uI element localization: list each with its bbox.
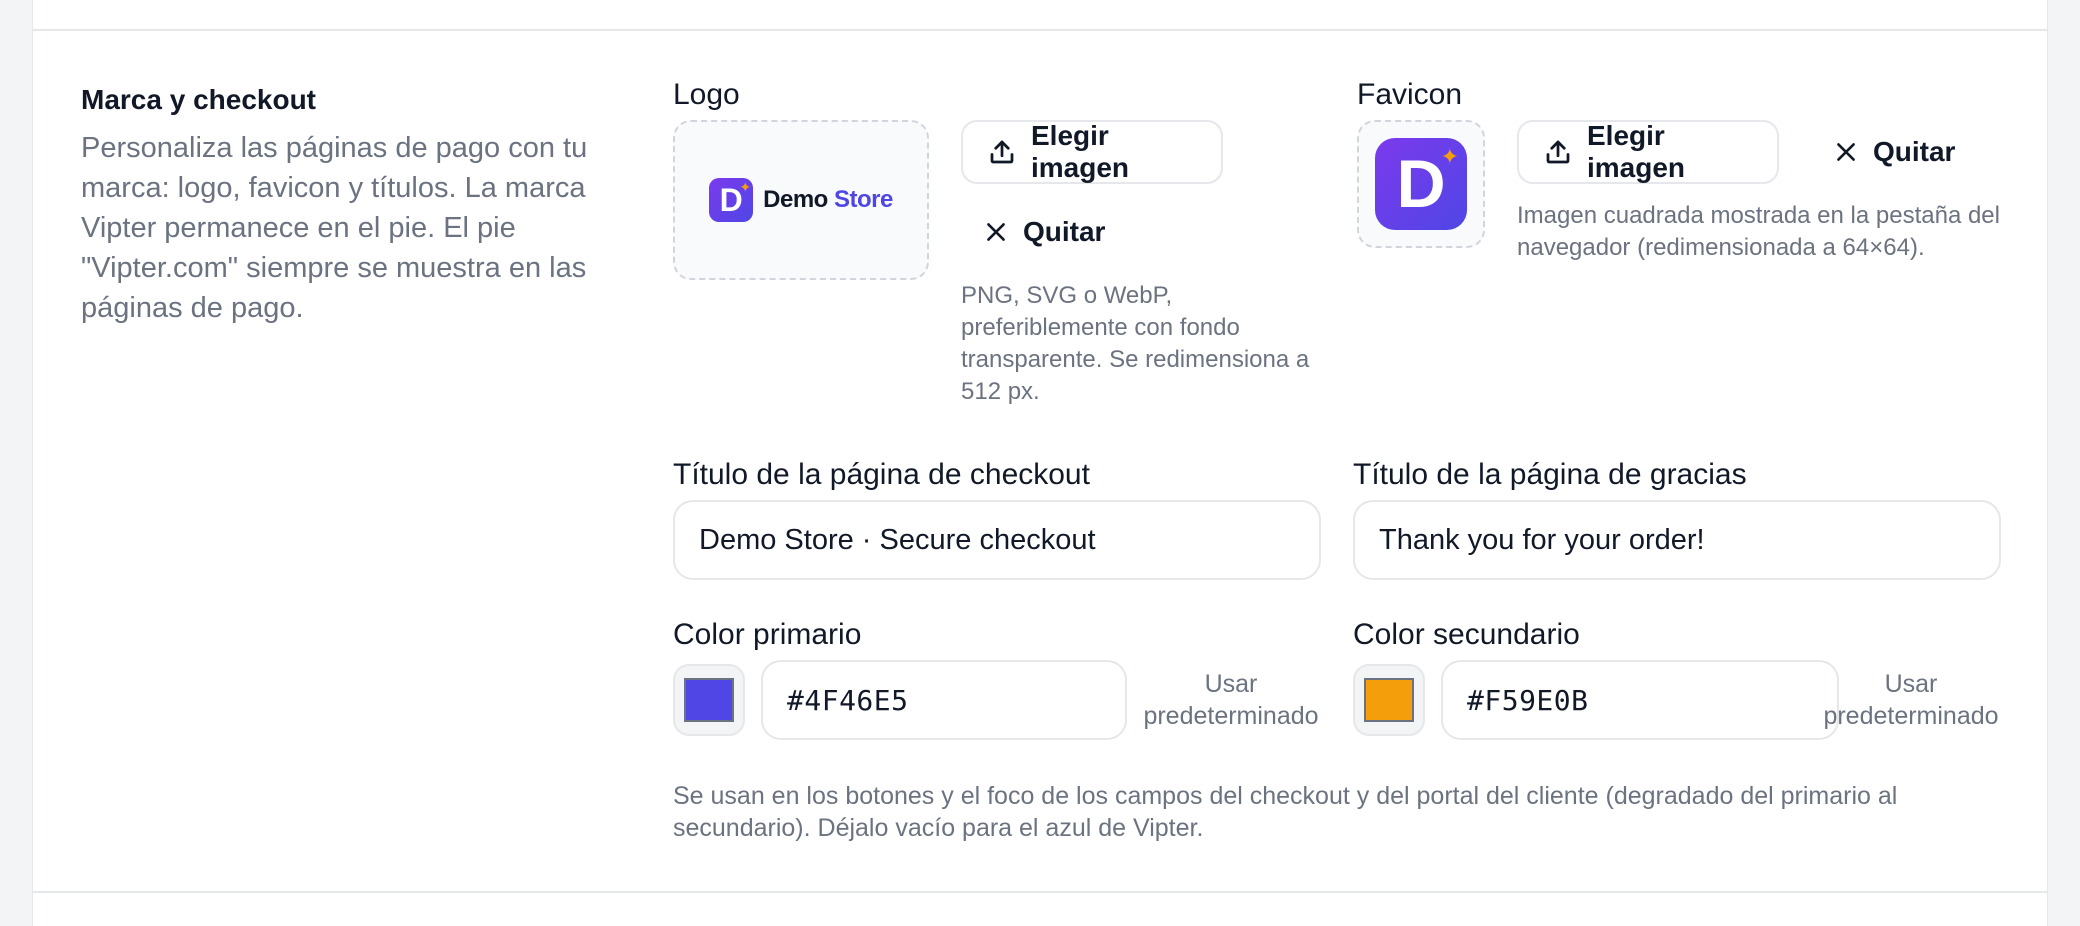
secondary-color-input[interactable] [1441,660,1839,740]
primary-color-label: Color primario [673,618,862,651]
logo-remove-label: Quitar [1023,216,1106,247]
logo-help-text: PNG, SVG o WebP, preferiblemente con fon… [961,282,1310,405]
top-divider [33,29,2047,31]
close-icon [983,219,1009,245]
favicon-label: Favicon [1357,78,1463,111]
secondary-color-picker[interactable] [1353,664,1425,736]
logo-mark-icon: D ✦ [709,178,754,222]
primary-color-swatch [684,678,734,722]
secondary-color-label: Color secundario [1353,618,1580,651]
colors-help-text: Se usan en los botones y el foco de los … [673,782,1898,842]
favicon-remove-label: Quitar [1873,136,1956,167]
secondary-color-swatch [1364,678,1414,722]
primary-color-input[interactable] [761,660,1127,740]
logo-choose-label: Elegir imagen [1031,120,1130,183]
thanks-title-input[interactable] [1353,500,2001,580]
favicon-remove-button[interactable]: Quitar [1811,120,1977,184]
logo-preview: D ✦ Demo Store [673,120,929,280]
logo-brand-text: Demo Store [763,186,893,213]
branding-card: Marca y checkout Personaliza las páginas… [32,0,2048,926]
favicon-help-text: Imagen cuadrada mostrada en la pestaña d… [1517,202,2000,261]
primary-use-default-button[interactable]: Usar predeterminado [1141,668,1321,732]
section-title: Marca y checkout [81,84,316,115]
close-icon [1833,139,1859,165]
logo-label: Logo [673,78,740,111]
secondary-use-default-button[interactable]: Usar predeterminado [1821,668,2001,732]
favicon-mark-icon: D ✦ [1375,138,1467,230]
logo-remove-button[interactable]: Quitar [961,200,1127,264]
bottom-divider [33,891,2047,893]
favicon-choose-label: Elegir imagen [1587,120,1686,183]
logo-choose-image-button[interactable]: Elegir imagen [961,120,1223,184]
favicon-choose-image-button[interactable]: Elegir imagen [1517,120,1779,184]
thanks-title-label: Título de la página de gracias [1353,458,1747,491]
checkout-title-input[interactable] [673,500,1321,580]
favicon-preview: D ✦ [1357,120,1485,248]
section-description: Personaliza las páginas de pago con tu m… [81,132,588,324]
upload-icon [987,137,1017,167]
checkout-title-label: Título de la página de checkout [673,458,1090,491]
upload-icon [1543,137,1573,167]
primary-color-picker[interactable] [673,664,745,736]
